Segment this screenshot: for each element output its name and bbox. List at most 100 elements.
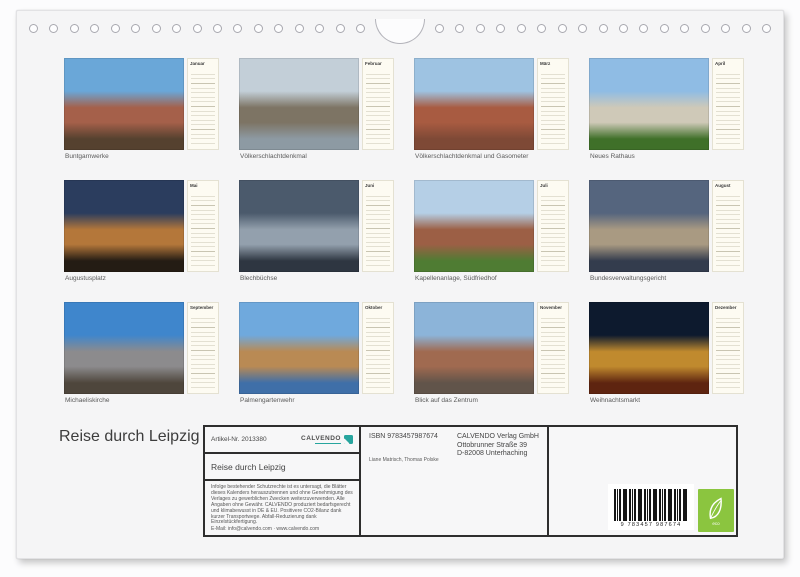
month-photo bbox=[64, 58, 184, 150]
mini-calendar-day-lines bbox=[716, 192, 740, 268]
mini-calendar-month: Juli bbox=[538, 181, 568, 188]
binding-hole bbox=[233, 24, 242, 33]
mini-calendar-month: April bbox=[713, 59, 743, 66]
binding-holes-right bbox=[435, 24, 771, 33]
month-caption: Palmengartenwehr bbox=[240, 397, 295, 404]
binding-hole bbox=[455, 24, 464, 33]
month-tile: Juni Blechbüchse bbox=[239, 180, 394, 287]
month-caption: Blechbüchse bbox=[240, 275, 277, 282]
month-thumbnail-grid: Januar Buntgarnwerke Februar Völkerschlacht… bbox=[64, 58, 744, 409]
page-title: Reise durch Leipzig bbox=[59, 428, 200, 446]
mini-calendar-strip: Januar bbox=[187, 58, 219, 150]
mini-calendar-month: Oktober bbox=[363, 303, 393, 310]
binding-hole bbox=[274, 24, 283, 33]
month-photo bbox=[589, 180, 709, 272]
binding-hole bbox=[476, 24, 485, 33]
calendar-back-page: Januar Buntgarnwerke Februar Völkerschlacht… bbox=[16, 10, 784, 559]
legal-text-block: Infolge bestehender Schutzrechte ist es … bbox=[205, 481, 359, 535]
month-tile: Oktober Palmengartenwehr bbox=[239, 302, 394, 409]
mini-calendar-day-lines bbox=[716, 314, 740, 390]
barcode-bars bbox=[614, 489, 688, 521]
barcode-digits: 9 783457 987674 bbox=[621, 522, 682, 528]
binding-hole bbox=[680, 24, 689, 33]
month-caption: Bundesverwaltungsgericht bbox=[590, 275, 666, 282]
hanger-notch bbox=[375, 19, 425, 44]
binding-hole bbox=[660, 24, 669, 33]
binding-hole bbox=[558, 24, 567, 33]
mini-calendar-day-lines bbox=[366, 314, 390, 390]
mini-calendar-day-lines bbox=[541, 70, 565, 146]
binding-hole bbox=[131, 24, 140, 33]
binding-hole bbox=[336, 24, 345, 33]
month-tile: Januar Buntgarnwerke bbox=[64, 58, 219, 165]
binding-hole bbox=[295, 24, 304, 33]
calvendo-logo: CALVENDO bbox=[301, 435, 353, 445]
month-caption: Kapellenanlage, Südfriedhof bbox=[415, 275, 497, 282]
mini-calendar-month: November bbox=[538, 303, 568, 310]
mini-calendar-month: Januar bbox=[188, 59, 218, 66]
mini-calendar-day-lines bbox=[191, 314, 215, 390]
article-row: Artikel-Nr. 2013380 CALVENDO bbox=[205, 427, 359, 454]
mini-calendar-month: März bbox=[538, 59, 568, 66]
binding-hole bbox=[213, 24, 222, 33]
mini-calendar-month: September bbox=[188, 303, 218, 310]
publisher-address: CALVENDO Verlag GmbH Ottobrunner Straße … bbox=[457, 433, 539, 459]
month-caption: Völkerschlachtdenkmal bbox=[240, 153, 307, 160]
month-caption: Buntgarnwerke bbox=[65, 153, 109, 160]
binding-hole bbox=[193, 24, 202, 33]
month-tile: SeptemberMichaeliskirche bbox=[64, 302, 219, 409]
contact-line: E-Mail: info@calvendo.com · www.calvendo… bbox=[211, 527, 353, 533]
series-title: Reise durch Leipzig bbox=[205, 454, 359, 481]
mini-calendar-month: Juni bbox=[363, 181, 393, 188]
month-photo bbox=[414, 180, 534, 272]
month-caption: Völkerschlachtdenkmal und Gasometer bbox=[415, 153, 528, 160]
binding-hole bbox=[599, 24, 608, 33]
mini-calendar-month: Februar bbox=[363, 59, 393, 66]
binding-hole bbox=[435, 24, 444, 33]
binding-hole bbox=[721, 24, 730, 33]
month-tile: Februar Völkerschlachtdenkmal bbox=[239, 58, 394, 165]
binding-hole bbox=[29, 24, 38, 33]
publisher-street: Ottobrunner Straße 39 bbox=[457, 442, 539, 451]
spiral-binding bbox=[29, 19, 771, 44]
eco-badge: eco bbox=[698, 489, 734, 532]
mini-calendar-month: Dezember bbox=[713, 303, 743, 310]
eco-badge-label: eco bbox=[712, 521, 719, 526]
mini-calendar-day-lines bbox=[541, 314, 565, 390]
mini-calendar-strip: Juni bbox=[362, 180, 394, 272]
binding-hole bbox=[578, 24, 587, 33]
calvendo-logo-text: CALVENDO bbox=[301, 435, 341, 442]
month-tile: Juli Kapellenanlage, Südfriedhof bbox=[414, 180, 569, 287]
article-number: Artikel-Nr. 2013380 bbox=[211, 436, 267, 443]
binding-hole bbox=[152, 24, 161, 33]
publisher-info-box: Artikel-Nr. 2013380 CALVENDO Reise durch… bbox=[203, 425, 738, 537]
binding-hole bbox=[619, 24, 628, 33]
info-right-section: 9 783457 987674 eco bbox=[549, 427, 736, 535]
mini-calendar-day-lines bbox=[716, 70, 740, 146]
calvendo-tagline-bar bbox=[315, 443, 341, 445]
calvendo-logo-text-wrap: CALVENDO bbox=[301, 435, 341, 445]
month-photo bbox=[64, 302, 184, 394]
binding-hole bbox=[742, 24, 751, 33]
month-caption: Weihnachtsmarkt bbox=[590, 397, 640, 404]
leaf-icon bbox=[705, 496, 727, 523]
mini-calendar-strip: November bbox=[537, 302, 569, 394]
binding-hole bbox=[254, 24, 263, 33]
mini-calendar-day-lines bbox=[366, 70, 390, 146]
month-photo bbox=[64, 180, 184, 272]
binding-hole bbox=[701, 24, 710, 33]
month-photo bbox=[239, 58, 359, 150]
binding-hole bbox=[49, 24, 58, 33]
mini-calendar-strip: August bbox=[712, 180, 744, 272]
month-tile: März Völkerschlachtdenkmal und Gasometer bbox=[414, 58, 569, 165]
barcode: 9 783457 987674 bbox=[608, 484, 694, 530]
mini-calendar-month: Mai bbox=[188, 181, 218, 188]
month-tile: MaiAugustusplatz bbox=[64, 180, 219, 287]
month-photo bbox=[414, 58, 534, 150]
month-caption: Neues Rathaus bbox=[590, 153, 635, 160]
month-caption: Blick auf das Zentrum bbox=[415, 397, 478, 404]
binding-hole bbox=[356, 24, 365, 33]
month-photo bbox=[239, 180, 359, 272]
binding-hole bbox=[70, 24, 79, 33]
calvendo-mark-icon bbox=[344, 435, 353, 444]
